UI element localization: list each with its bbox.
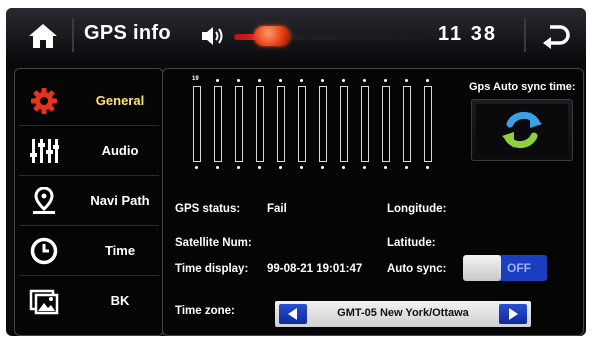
satellite-dot — [258, 166, 261, 169]
sync-time-title: Gps Auto sync time: — [469, 81, 576, 93]
sidebar: General Audio Navi Path Time BK — [14, 68, 164, 336]
satellite-dot — [426, 79, 429, 82]
sync-button-face — [476, 104, 568, 156]
sidebar-item-label: Navi Path — [90, 193, 150, 208]
divider — [524, 18, 526, 52]
latitude-label: Latitude: — [387, 237, 436, 249]
satellite-dot — [321, 79, 324, 82]
home-icon[interactable] — [28, 22, 58, 50]
time-zone-label: Time zone: — [175, 305, 235, 317]
satellite-dot — [216, 166, 219, 169]
time-zone-value: GMT-05 New York/Ottawa — [337, 307, 469, 319]
auto-sync-label: Auto sync: — [387, 263, 447, 275]
satellite-signal-bar — [424, 86, 432, 162]
satellite-dot — [321, 166, 324, 169]
longitude-label: Longitude: — [387, 203, 447, 215]
volume-icon[interactable] — [200, 25, 224, 47]
equalizer-icon — [30, 139, 59, 163]
satellite-dot — [342, 79, 345, 82]
gps-status-label: GPS status: — [175, 203, 241, 215]
satellite-dot — [342, 166, 345, 169]
arrow-right-icon — [509, 308, 518, 320]
auto-sync-toggle[interactable]: OFF — [463, 255, 547, 281]
satellite-dot — [279, 166, 282, 169]
satellite-dot — [384, 166, 387, 169]
gear-icon — [31, 88, 57, 114]
time-display-label: Time display: — [175, 263, 249, 275]
satellite-dot — [384, 79, 387, 82]
satellite-dot — [216, 79, 219, 82]
sync-arrows-icon — [502, 112, 542, 148]
toggle-state-label: OFF — [507, 261, 531, 275]
satellite-dot — [300, 79, 303, 82]
gps-status-value: Fail — [267, 203, 287, 215]
toggle-knob — [463, 255, 501, 281]
page-title: GPS info — [84, 22, 171, 44]
screen: GPS info 11 38 General Audio Navi Path T… — [6, 8, 586, 336]
sidebar-item-label: Audio — [101, 143, 139, 158]
time-zone-next-button[interactable] — [499, 304, 527, 324]
satellite-dot — [237, 79, 240, 82]
satellite-signal-bar — [382, 86, 390, 162]
sidebar-item-time[interactable]: Time — [19, 227, 159, 276]
sidebar-item-label: BK — [110, 293, 130, 308]
sidebar-item-label: Time — [104, 243, 136, 258]
satellite-signal-bar — [340, 86, 348, 162]
clock: 11 38 — [438, 23, 497, 45]
satellite-number: 19 — [192, 76, 199, 82]
sidebar-item-label: General — [95, 93, 145, 108]
volume-slider-knob[interactable] — [254, 26, 290, 46]
satellite-dot — [258, 79, 261, 82]
sidebar-item-audio[interactable]: Audio — [19, 127, 159, 176]
time-display-value: 99-08-21 19:01:47 — [267, 263, 363, 275]
satellite-dot — [237, 166, 240, 169]
satellite-signal-bar — [193, 86, 201, 162]
satellite-signal-bar — [277, 86, 285, 162]
satellite-signal-bar — [235, 86, 243, 162]
background-image-icon — [29, 289, 59, 315]
time-zone-selector: GMT-05 New York/Ottawa — [275, 301, 531, 327]
satellite-dot — [363, 166, 366, 169]
satellite-num-label: Satellite Num: — [175, 237, 252, 249]
satellite-signal-bar — [256, 86, 264, 162]
time-zone-prev-button[interactable] — [279, 304, 307, 324]
satellite-dot — [195, 166, 198, 169]
clock-icon — [30, 237, 58, 265]
satellite-signal-bar — [319, 86, 327, 162]
satellite-dot — [279, 79, 282, 82]
satellite-signal-bar — [361, 86, 369, 162]
divider — [72, 18, 74, 52]
satellite-dot — [426, 166, 429, 169]
sidebar-item-general[interactable]: General — [19, 77, 159, 126]
arrow-left-icon — [288, 308, 297, 320]
satellite-dot — [363, 79, 366, 82]
satellite-signal-bar — [214, 86, 222, 162]
satellite-signal-bar — [403, 86, 411, 162]
map-pin-icon — [33, 187, 55, 214]
satellite-dot — [405, 79, 408, 82]
satellite-dot — [300, 166, 303, 169]
satellite-dot — [405, 166, 408, 169]
back-icon[interactable] — [541, 21, 571, 51]
device-bezel: GPS info 11 38 General Audio Navi Path T… — [0, 0, 593, 344]
sidebar-item-bk[interactable]: BK — [19, 277, 159, 325]
gps-info-panel: 19 GPS status: Fail Longitude: Satellite… — [162, 68, 584, 336]
sidebar-item-navi-path[interactable]: Navi Path — [19, 177, 159, 226]
gps-sync-time-button[interactable] — [471, 99, 573, 161]
satellite-signal-bar — [298, 86, 306, 162]
top-bar: GPS info 11 38 — [6, 8, 586, 64]
